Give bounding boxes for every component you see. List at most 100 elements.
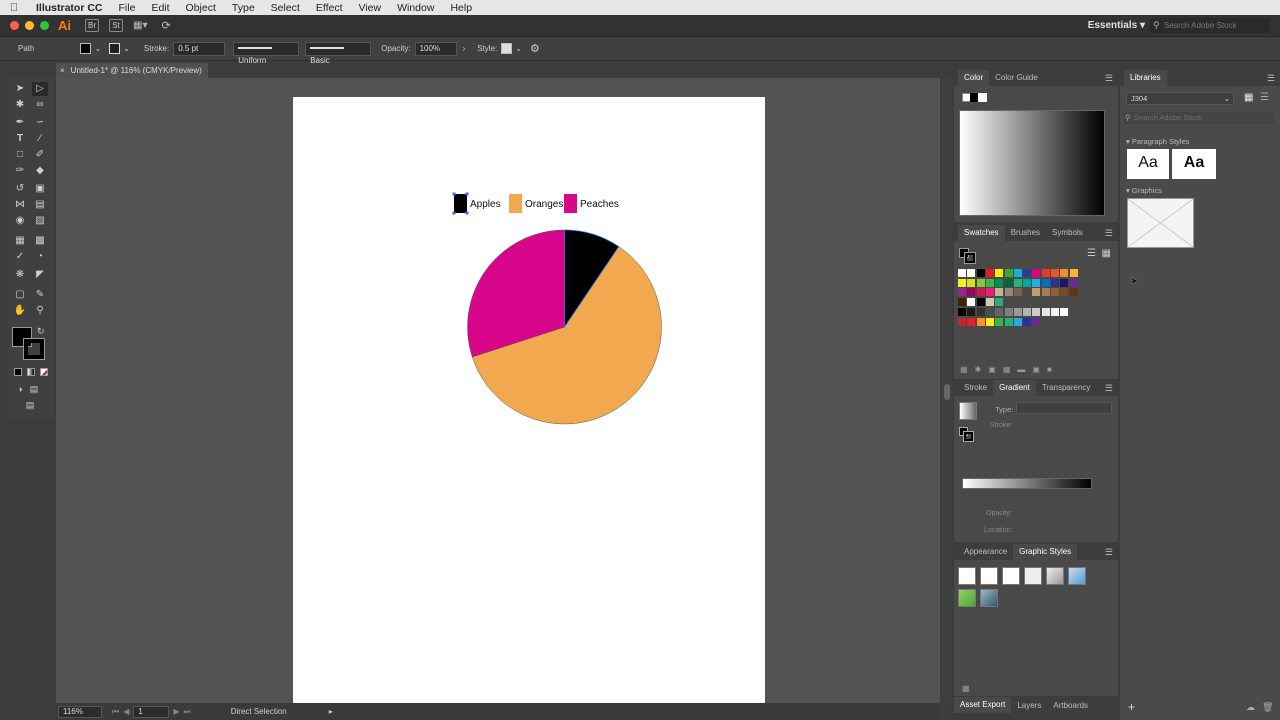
color-swatch[interactable] (995, 317, 1004, 326)
vertical-scroll-thumb[interactable] (944, 384, 950, 400)
panel-menu-icon[interactable]: ☰ (1105, 383, 1113, 394)
color-swatch[interactable] (958, 307, 966, 316)
app-menu[interactable]: Illustrator CC (28, 2, 111, 14)
grid-view-icon[interactable]: ▦ (1102, 248, 1111, 259)
symbol-sprayer-tool-icon[interactable]: ❋ (12, 268, 28, 282)
active-stroke-swatch[interactable] (964, 252, 976, 264)
selection-anchor[interactable] (465, 211, 469, 215)
zoom-window-button[interactable] (40, 21, 49, 30)
stroke-weight-field[interactable]: 0.5 pt (173, 41, 226, 56)
color-swatch[interactable] (967, 269, 976, 277)
menu-window[interactable]: Window (389, 2, 442, 14)
panel-menu-icon[interactable]: ☰ (1105, 547, 1113, 558)
status-menu-icon[interactable]: ▸ (329, 707, 333, 716)
style-dropdown-icon[interactable]: ⌄ (515, 44, 522, 53)
stock-button[interactable]: St (109, 19, 123, 32)
paragraph-style-body[interactable]: Aa (1127, 149, 1169, 179)
color-swatch[interactable] (1004, 269, 1013, 277)
swatch-actions[interactable]: ▦✱▣▦▬▣■ (960, 365, 1059, 374)
color-swatch[interactable] (958, 278, 966, 287)
color-swatch[interactable] (1069, 288, 1078, 297)
lasso-tool-icon[interactable]: ∞ (32, 98, 48, 112)
color-swatch[interactable] (1004, 278, 1013, 287)
stroke-dropdown-icon[interactable]: ⌄ (123, 44, 130, 53)
curvature-tool-icon[interactable]: ∽ (32, 116, 48, 130)
color-swatch[interactable] (985, 288, 994, 297)
color-swatch[interactable] (958, 298, 966, 307)
color-swatch[interactable] (1013, 307, 1022, 316)
graphic-style-7[interactable] (958, 589, 976, 607)
library-graphic-artwork[interactable] (1127, 198, 1194, 248)
pen-tool-icon[interactable]: ✒ (12, 116, 28, 130)
bridge-button[interactable]: Br (85, 19, 99, 32)
fill-dropdown-icon[interactable]: ⌄ (94, 44, 101, 53)
color-swatch[interactable] (1023, 307, 1032, 316)
none-mode-icon[interactable] (40, 368, 48, 376)
apple-menu-icon[interactable]:  (0, 2, 28, 14)
color-swatch[interactable] (1060, 288, 1069, 297)
color-swatch[interactable] (1032, 307, 1041, 316)
shaper-tool-icon[interactable]: ✑ (12, 164, 28, 178)
magic-wand-tool-icon[interactable]: ✱ (12, 98, 28, 112)
color-swatch[interactable] (985, 307, 994, 316)
color-swatch[interactable] (1032, 288, 1041, 297)
color-swatch[interactable] (1069, 278, 1078, 287)
menu-edit[interactable]: Edit (143, 2, 177, 14)
color-swatch[interactable] (1023, 269, 1032, 277)
menu-file[interactable]: File (111, 2, 144, 14)
library-search-field[interactable]: ⚲ Search Adobe Stock (1124, 112, 1274, 124)
color-swatch[interactable] (1060, 307, 1069, 316)
color-swatch[interactable] (1041, 307, 1050, 316)
color-swatch[interactable] (967, 278, 976, 287)
gradient-tool-icon[interactable]: ▩ (32, 234, 48, 248)
color-swatch[interactable] (1013, 317, 1022, 326)
last-artboard-icon[interactable]: ⏭ (184, 707, 191, 717)
tab-stroke[interactable]: Stroke (958, 380, 993, 396)
color-swatch[interactable] (958, 269, 966, 277)
perspective-grid-tool-icon[interactable]: ▨ (32, 214, 48, 228)
fill-color-swatch[interactable] (80, 43, 92, 54)
brush-definition-dropdown[interactable]: Basic (305, 41, 372, 65)
tab-appearance[interactable]: Appearance (958, 544, 1013, 560)
paintbrush-tool-icon[interactable]: ✐ (32, 148, 48, 162)
gpu-performance-icon[interactable]: ⟳ (161, 19, 170, 32)
color-swatch[interactable] (1032, 269, 1041, 277)
artboard-tool-icon[interactable]: ▢ (12, 288, 28, 302)
mesh-tool-icon[interactable]: ▦ (12, 234, 28, 248)
color-swatch[interactable] (1041, 269, 1050, 277)
tab-gradient[interactable]: Gradient (993, 380, 1036, 396)
edit-toolbar-icon[interactable]: ▤ (22, 398, 38, 412)
color-swatch[interactable] (995, 288, 1004, 297)
rectangle-tool-icon[interactable]: □ (12, 148, 28, 162)
color-swatch[interactable] (976, 307, 985, 316)
swap-fill-stroke-icon[interactable]: ↻ (37, 326, 45, 337)
gradient-stroke-icon[interactable] (963, 431, 974, 442)
library-selector[interactable]: J304 ⌄ (1126, 92, 1234, 105)
previous-artboard-icon[interactable]: ◀ (123, 707, 129, 716)
add-content-icon[interactable]: + (1128, 700, 1135, 714)
color-swatch[interactable] (1051, 307, 1059, 316)
pie-chart[interactable]: Apples Oranges Peaches (293, 97, 765, 705)
selection-anchor[interactable] (465, 192, 469, 196)
artboard-number-field[interactable]: 1 (133, 705, 170, 718)
stroke-color-swatch[interactable] (109, 43, 121, 54)
document-tab[interactable]: × Untitled-1* @ 116% (CMYK/Preview) (56, 63, 208, 78)
color-swatch[interactable] (995, 307, 1004, 316)
menu-help[interactable]: Help (442, 2, 480, 14)
column-graph-tool-icon[interactable]: ◤ (32, 268, 48, 282)
graphic-style-default[interactable] (958, 567, 976, 585)
menu-effect[interactable]: Effect (308, 2, 351, 14)
tab-artboards[interactable]: Artboards (1047, 701, 1094, 710)
color-swatch[interactable] (1004, 288, 1013, 297)
stroke-swatch-tool[interactable] (23, 338, 45, 360)
panel-menu-icon[interactable]: ☰ (1267, 73, 1275, 84)
zoom-tool-icon[interactable]: ⚲ (32, 304, 48, 318)
color-swatch[interactable] (967, 317, 976, 326)
close-document-icon[interactable]: × (60, 66, 65, 75)
color-swatch[interactable] (995, 298, 1004, 307)
color-mode-icon[interactable] (14, 368, 22, 376)
color-swatch[interactable] (1051, 288, 1059, 297)
variable-width-profile-dropdown[interactable]: Uniform (233, 41, 300, 65)
white-swatch[interactable] (978, 93, 987, 102)
tab-asset-export[interactable]: Asset Export (954, 697, 1012, 713)
